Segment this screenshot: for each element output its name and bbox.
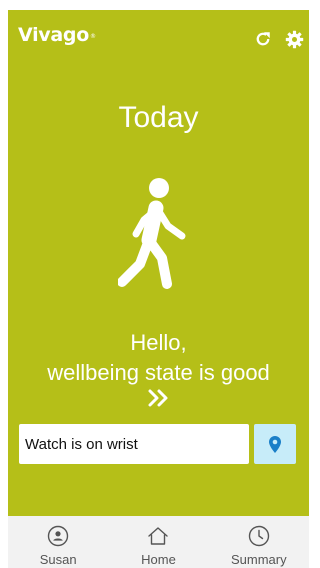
app-logo: Vivago® xyxy=(18,23,96,47)
wellbeing-message: Hello, wellbeing state is good xyxy=(8,328,309,388)
watch-status-text: Watch is on wrist xyxy=(25,435,138,453)
nav-item-susan[interactable]: Susan xyxy=(8,516,108,568)
double-chevron-right-icon[interactable] xyxy=(146,388,170,408)
clock-icon xyxy=(248,525,270,547)
user-circle-icon xyxy=(47,525,69,547)
settings-button[interactable] xyxy=(283,28,305,50)
logo-text: Vivago xyxy=(18,24,89,46)
refresh-icon xyxy=(256,32,270,46)
walking-person-icon xyxy=(118,178,186,289)
gear-icon xyxy=(285,30,303,48)
app-screen: Vivago® Today Hello, wellbeing state is … xyxy=(0,0,309,568)
location-button[interactable] xyxy=(254,424,296,464)
bottom-navigation: Susan Home Summary xyxy=(8,516,309,568)
nav-label-home: Home xyxy=(141,552,176,567)
watch-status-field: Watch is on wrist xyxy=(19,424,249,464)
registered-mark: ® xyxy=(89,33,96,40)
greeting-line-1: Hello, xyxy=(130,330,187,355)
nav-label-summary: Summary xyxy=(231,552,287,567)
nav-item-home[interactable]: Home xyxy=(108,516,208,568)
nav-item-summary[interactable]: Summary xyxy=(209,516,309,568)
nav-label-susan: Susan xyxy=(39,552,77,567)
refresh-button[interactable] xyxy=(252,28,274,50)
page-title: Today xyxy=(118,101,199,134)
location-pin-icon xyxy=(269,435,281,453)
main-panel: Vivago® Today Hello, wellbeing state is … xyxy=(8,10,309,516)
home-icon xyxy=(148,527,169,545)
greeting-line-2: wellbeing state is good xyxy=(47,360,270,385)
